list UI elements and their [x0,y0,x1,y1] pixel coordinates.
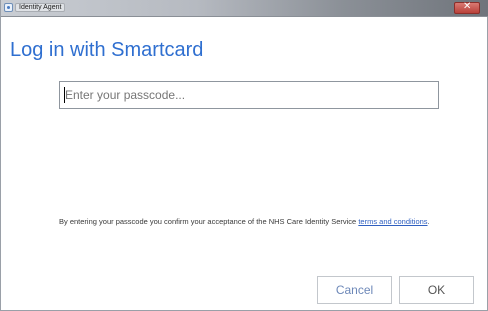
consent-text: By entering your passcode you confirm yo… [59,216,439,227]
consent-suffix: . [427,217,430,226]
close-button[interactable]: ✕ [454,1,480,14]
consent-message: By entering your passcode you confirm yo… [59,217,359,226]
window-title: Identity Agent [15,3,66,12]
page-title: Log in with Smartcard [10,39,204,61]
app-icon [4,3,13,12]
passcode-input[interactable] [59,81,439,109]
ok-button[interactable]: OK [399,276,474,304]
text-caret [64,87,65,103]
cancel-button[interactable]: Cancel [317,276,392,304]
close-icon: ✕ [463,1,472,12]
terms-and-conditions-link[interactable]: terms and conditions [358,217,427,226]
identity-agent-window: Identity Agent ✕ Log in with Smartcard B… [0,0,488,311]
title-bar[interactable]: Identity Agent ✕ [1,0,488,17]
